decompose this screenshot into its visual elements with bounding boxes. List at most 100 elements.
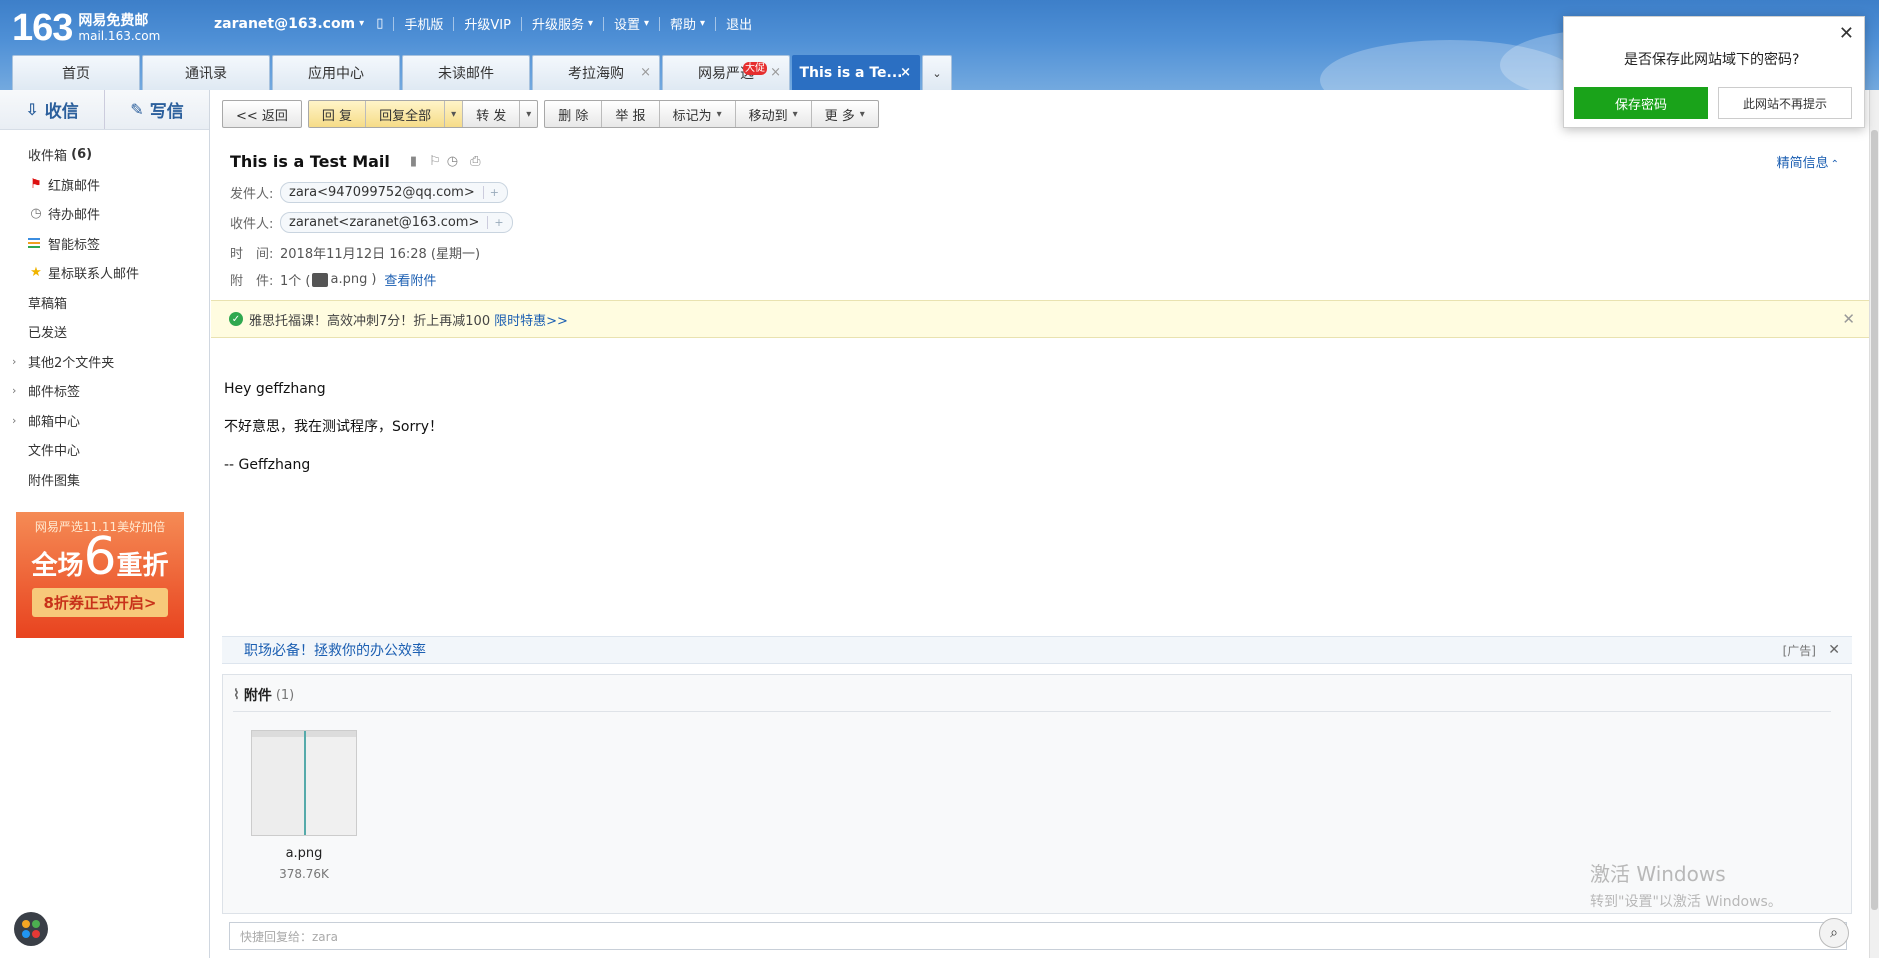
folder-mailbox-center[interactable]: › 邮箱中心 [0,406,209,436]
folder-mail-tags[interactable]: › 邮件标签 [0,376,209,406]
nav-settings[interactable]: 设置 [614,14,640,33]
divider [520,16,522,31]
chevron-right-icon[interactable]: › [12,414,16,427]
nav-mobile[interactable]: 手机版 [404,14,443,33]
nav-logout[interactable]: 退出 [726,14,752,33]
from-row: 发件人: zara<947099752@qq.com> + [230,182,508,203]
ad-tag: [广告] [1782,643,1816,658]
folder-label: 其他2个文件夹 [28,355,115,371]
attachment-name[interactable]: a.png [251,846,357,861]
toggle-detail-link[interactable]: 精简信息 ⌃ [1777,152,1839,171]
compose-bar: ⇩ 收信 ✎ 写信 [0,90,209,130]
folder-star-contacts[interactable]: ★ 星标联系人邮件 [0,258,209,288]
zoom-search-button[interactable]: ⌕ [1819,918,1849,948]
back-button[interactable]: << 返回 [223,101,301,127]
more-button[interactable]: 更 多 ▾ [812,101,878,127]
close-icon[interactable]: ✕ [1828,642,1840,658]
mail-logo[interactable]: 163 网易免费邮 mail.163.com [12,8,160,48]
folder-file-center[interactable]: 文件中心 [0,435,209,465]
scrollbar-thumb[interactable] [1871,130,1878,910]
time-label: 时 间: [230,247,274,262]
tab-contacts[interactable]: 通讯录 [142,55,270,90]
tab-label: 首页 [62,66,90,82]
text-ad-link[interactable]: 职场必备！拯救你的办公效率 [244,640,426,660]
write-label: 写信 [149,102,184,122]
reply-button[interactable]: 回 复 [308,101,367,127]
clock-icon[interactable]: ◷ [447,154,458,169]
folder-drafts[interactable]: 草稿箱 [0,288,209,318]
folder-other[interactable]: › 其他2个文件夹 [0,347,209,377]
folder-inbox[interactable]: 收件箱 (6) [0,140,209,170]
reply-all-dropdown[interactable]: ▾ [445,101,464,127]
move-to-label: 移动到 [748,108,788,124]
receive-button[interactable]: ⇩ 收信 [0,90,105,129]
report-button[interactable]: 举 报 [602,101,660,127]
forward-dropdown[interactable]: ▾ [520,101,537,127]
flag-icon[interactable]: ⚐ [429,154,441,169]
folder-smart-tags[interactable]: 智能标签 [0,229,209,259]
mark-as-label: 标记为 [672,108,712,124]
recipient-address: zaranet<zaranet@163.com> [289,215,480,230]
tab-current-mail[interactable]: This is a Te... × [792,55,920,90]
save-password-button[interactable]: 保存密码 [1574,87,1708,119]
tab-app-center[interactable]: 应用中心 [272,55,400,90]
folder-label: 红旗邮件 [48,178,101,194]
close-icon[interactable]: × [770,65,781,80]
close-icon[interactable]: ✕ [1839,23,1854,44]
print-icon[interactable]: ⎙ [470,154,480,169]
sender-chip[interactable]: zara<947099752@qq.com> + [280,182,508,203]
folder-label: 星标联系人邮件 [48,267,140,283]
mark-as-button[interactable]: 标记为 ▾ [660,101,736,127]
tab-yanxuan[interactable]: 网易严选 大促 × [662,55,790,90]
close-icon[interactable]: ✕ [1842,310,1855,328]
forward-button[interactable]: 转 发 [463,101,521,127]
tab-unread[interactable]: 未读邮件 [402,55,530,90]
attachment-thumbnail[interactable] [251,730,357,836]
notice-link[interactable]: 限时特惠>> [494,310,568,329]
nav-upgrade-service[interactable]: 升级服务 [532,14,584,33]
chevron-down-icon: ▾ [716,108,722,120]
quick-reply-input[interactable]: 快捷回复给：zara [229,922,1847,950]
folder-attachments-gallery[interactable]: 附件图集 [0,465,209,495]
check-circle-icon: ✓ [229,312,243,326]
unread-count: (6) [71,147,93,163]
folder-todo[interactable]: ◷ 待办邮件 [0,199,209,229]
move-to-button[interactable]: 移动到 ▾ [736,101,812,127]
chevron-right-icon[interactable]: › [12,384,16,397]
app-launcher-button[interactable] [14,912,48,946]
nav-upgrade-vip[interactable]: 升级VIP [464,14,511,33]
user-account[interactable]: zaranet@163.com [214,16,355,32]
nav-help[interactable]: 帮助 [670,14,696,33]
ad-cta[interactable]: 8折券正式开启> [32,588,168,617]
close-icon[interactable]: × [900,65,911,80]
write-button[interactable]: ✎ 写信 [105,90,209,129]
tab-kaola[interactable]: 考拉海购 × [532,55,660,90]
reply-all-button[interactable]: 回复全部 [366,101,446,127]
thumbnail-pane [252,731,304,835]
close-icon[interactable]: × [640,65,651,80]
flag-icon: ⚑ [30,176,42,192]
recipient-chip[interactable]: zaranet<zaranet@163.com> + [280,212,513,233]
folder-sent[interactable]: 已发送 [0,317,209,347]
mail-toolbar: << 返回 回 复 回复全部 ▾ 转 发 ▾ 删 除 举 报 标记为 ▾ 移动到 ▾… [222,100,879,128]
add-contact-icon[interactable]: + [482,186,499,199]
chevron-down-icon: ▾ [700,18,706,29]
mobile-icon[interactable]: ▯ [376,16,383,31]
attachment-filename[interactable]: a.png [330,272,367,287]
tab-home[interactable]: 首页 [12,55,140,90]
view-attachment-link[interactable]: 查看附件 [384,270,436,289]
tab-more-dropdown[interactable]: ⌄ [922,55,952,90]
chevron-down-icon[interactable]: ▾ [359,18,364,29]
bookmark-icon[interactable]: ▮ [410,154,417,169]
folder-flagged[interactable]: ⚑ 红旗邮件 [0,170,209,200]
folder-label: 草稿箱 [28,296,68,312]
chevron-right-icon[interactable]: › [12,355,16,368]
scrollbar[interactable] [1869,90,1879,958]
folder-label: 文件中心 [28,444,81,460]
sidebar-ad-banner[interactable]: 网易严选11.11美好加倍 全场6重折 8折券正式开启> [16,512,184,638]
add-contact-icon[interactable]: + [487,216,504,229]
from-label: 发件人: [230,187,274,202]
delete-button[interactable]: 删 除 [545,101,603,127]
popup-question: 是否保存此网站域下的密码? [1624,52,1800,68]
never-remind-button[interactable]: 此网站不再提示 [1718,87,1852,119]
